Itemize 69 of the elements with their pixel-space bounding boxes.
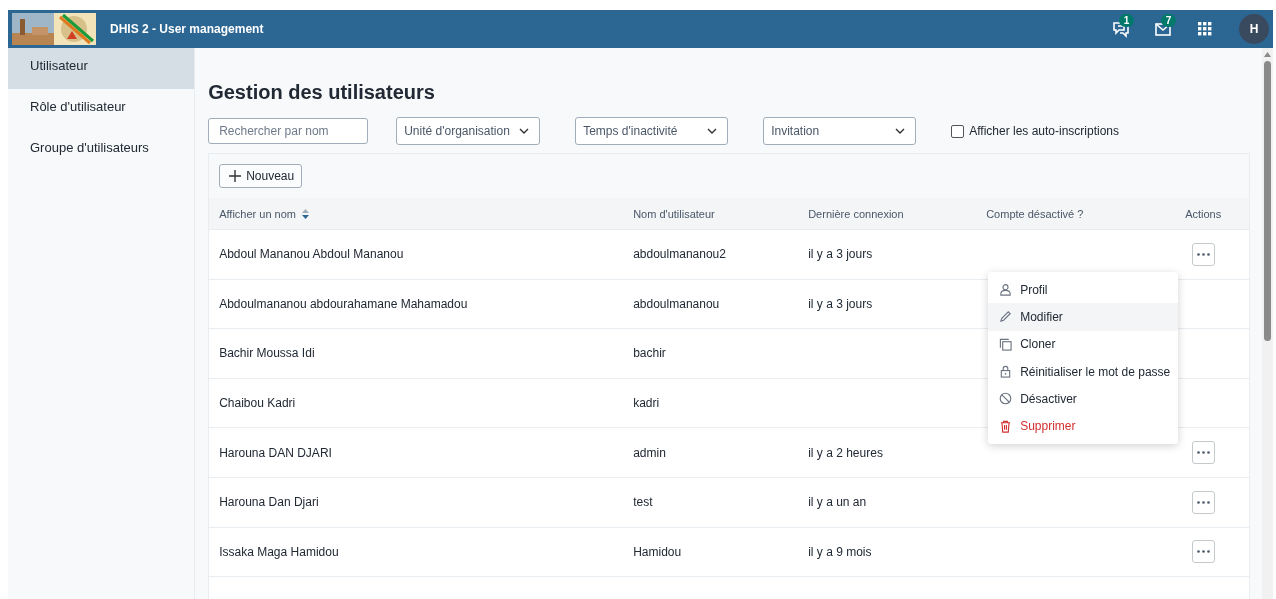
table-cell: Abdoulmananou abdourahamane Mahamadou xyxy=(219,296,468,311)
select-dropdown[interactable]: Temps d'inactivité xyxy=(575,117,729,145)
trash-icon xyxy=(999,419,1013,433)
table-cell: bachir xyxy=(633,346,666,361)
table-cell: Issaka Maga Hamidou xyxy=(219,544,339,559)
table-cell: Chaibou Kadri xyxy=(219,396,296,411)
more-icon xyxy=(1196,252,1210,256)
column-header: Actions xyxy=(1185,207,1222,220)
search-field[interactable]: Rechercher par nom xyxy=(208,118,369,144)
table-cell: Harouna DAN DJARI xyxy=(219,445,332,460)
menu-item[interactable]: Cloner xyxy=(988,330,1179,358)
menu-item[interactable]: Supprimer xyxy=(988,412,1179,440)
lock-icon xyxy=(999,365,1013,379)
pencil-icon xyxy=(999,310,1013,324)
more-icon xyxy=(1196,500,1210,504)
sidebar-item[interactable]: Utilisateur xyxy=(8,48,195,89)
checkbox[interactable] xyxy=(951,124,965,138)
table-cell: il y a un an xyxy=(808,495,867,510)
scroll-up-icon[interactable] xyxy=(1264,52,1272,57)
table-cell: Harouna Dan Djari xyxy=(219,495,319,510)
sidebar-item[interactable]: Groupe d'utilisateurs xyxy=(8,130,195,171)
column-header: Dernière connexion xyxy=(808,207,904,220)
table-cell: il y a 9 mois xyxy=(808,544,872,559)
table-cell: Bachir Moussa Idi xyxy=(219,346,315,361)
sort-icon[interactable] xyxy=(302,208,309,219)
messages-button[interactable]: 7 xyxy=(1145,13,1181,45)
more-icon xyxy=(1196,550,1210,554)
more-icon xyxy=(1196,451,1210,455)
new-button[interactable]: Nouveau xyxy=(219,164,303,188)
chevron-down-icon xyxy=(519,128,530,134)
menu-item[interactable]: Réinitialiser le mot de passe xyxy=(988,357,1179,386)
scrollbar[interactable] xyxy=(1262,48,1273,599)
block-icon xyxy=(999,392,1013,406)
table-cell: il y a 3 jours xyxy=(808,296,873,311)
page-title: Gestion des utilisateurs xyxy=(208,81,436,104)
person-icon xyxy=(999,283,1013,297)
checkbox-label: Afficher les auto-inscriptions xyxy=(969,124,1120,138)
menu-item[interactable]: Profil xyxy=(988,276,1179,304)
table-cell: abdoulmananou2 xyxy=(633,247,726,262)
sidebar-item[interactable]: Rôle d'utilisateur xyxy=(8,89,195,130)
chevron-down-icon xyxy=(895,128,906,134)
column-header: Nom d'utilisateur xyxy=(633,207,715,220)
table-cell: il y a 2 heures xyxy=(808,445,883,460)
apps-grid-icon xyxy=(1198,22,1212,36)
chevron-down-icon xyxy=(707,128,718,134)
table-cell: test xyxy=(633,495,653,510)
count-badge: 7 xyxy=(1161,14,1176,27)
app-title: DHIS 2 - User management xyxy=(110,22,265,36)
user-avatar[interactable]: H xyxy=(1239,14,1269,44)
select-dropdown[interactable]: Unité d'organisation xyxy=(396,117,541,145)
plus-icon xyxy=(228,169,243,183)
more-button[interactable] xyxy=(1191,540,1215,564)
more-button[interactable] xyxy=(1191,242,1215,266)
interpretations-button[interactable]: 1 xyxy=(1103,13,1139,45)
table-cell: abdoulmananou xyxy=(633,296,720,311)
more-button[interactable] xyxy=(1191,441,1215,465)
table-cell: admin xyxy=(633,445,666,460)
select-dropdown[interactable]: Invitation xyxy=(763,117,917,145)
menu-item[interactable]: Désactiver xyxy=(988,385,1179,413)
table-cell: il y a 3 jours xyxy=(808,247,873,262)
more-button[interactable] xyxy=(1191,490,1215,514)
table-cell: Hamidou xyxy=(633,544,682,559)
count-badge: 1 xyxy=(1119,14,1134,27)
table-cell: kadri xyxy=(633,396,660,411)
copy-icon xyxy=(999,337,1013,351)
table-cell: Abdoul Mananou Abdoul Mananou xyxy=(219,247,404,262)
column-header[interactable]: Afficher un nom xyxy=(219,207,296,220)
menu-item[interactable]: Modifier xyxy=(988,303,1179,331)
column-header: Compte désactivé ? xyxy=(986,207,1084,220)
